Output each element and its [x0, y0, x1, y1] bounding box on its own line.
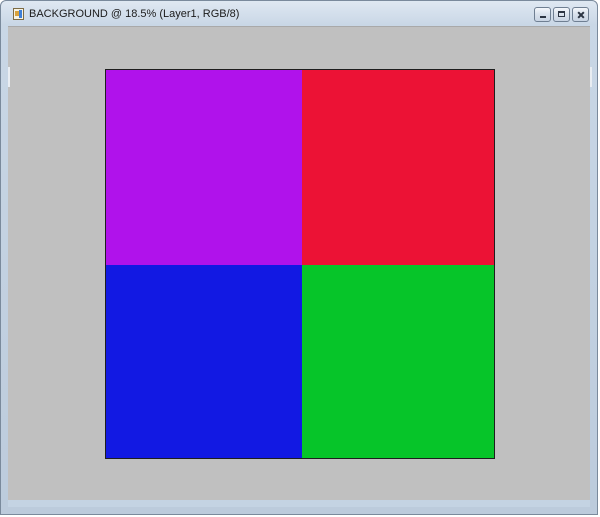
quadrant-bottom-left	[106, 265, 302, 458]
maximize-icon[interactable]	[553, 7, 570, 22]
close-icon[interactable]	[572, 7, 589, 22]
canvas-right-edge	[590, 67, 592, 87]
canvas-left-edge	[8, 67, 10, 87]
quadrant-top-left	[106, 70, 302, 265]
minimize-icon[interactable]	[534, 7, 551, 22]
window-controls	[534, 7, 589, 22]
quadrant-bottom-right	[302, 265, 494, 458]
window-bottom-border	[8, 500, 590, 507]
photoshop-document-icon	[13, 8, 24, 20]
quadrant-top-right	[302, 70, 494, 265]
title-bar[interactable]: BACKGROUND @ 18.5% (Layer1, RGB/8)	[1, 1, 597, 27]
window-title: BACKGROUND @ 18.5% (Layer1, RGB/8)	[29, 8, 240, 20]
artboard[interactable]	[105, 69, 495, 459]
